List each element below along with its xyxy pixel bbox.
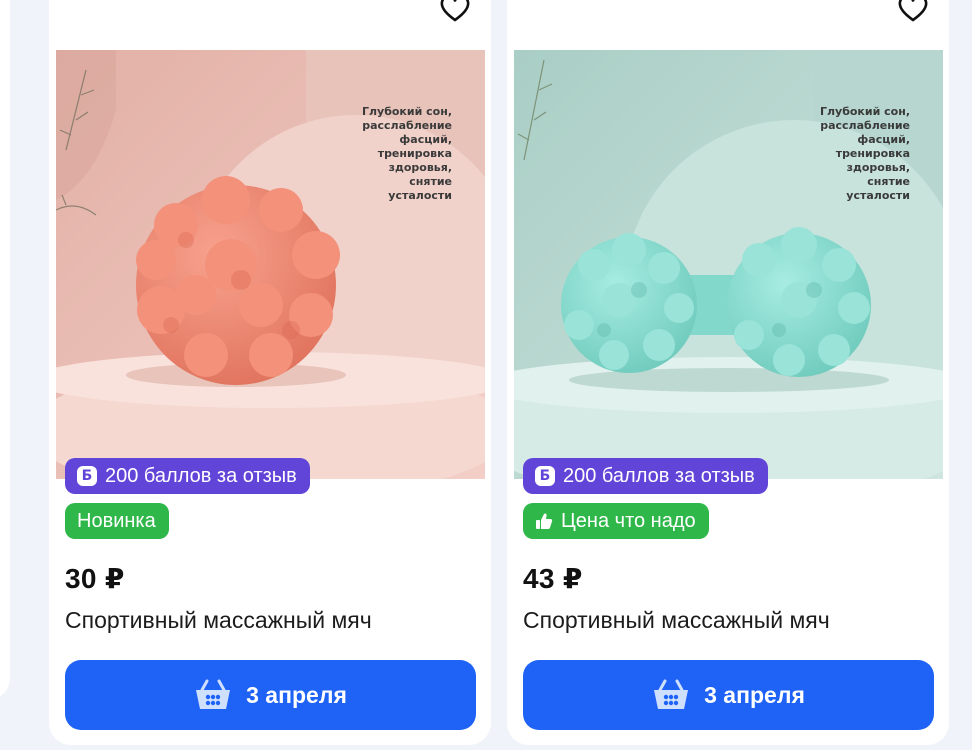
heart-icon [898, 0, 928, 22]
add-to-cart-button[interactable]: 3 апреля [523, 660, 934, 730]
favorite-button[interactable] [433, 0, 477, 30]
image-caption: Глубокий сон, расслабление фасций, трени… [362, 105, 452, 203]
delivery-date: 3 апреля [246, 681, 347, 708]
points-badge[interactable]: Б 200 баллов за отзыв [523, 458, 768, 494]
thumbs-up-icon [535, 512, 553, 530]
caption-line: расслабление [362, 119, 452, 132]
product-image[interactable]: Глубокий сон, расслабление фасций, трени… [56, 50, 485, 479]
points-badge[interactable]: Б 200 баллов за отзыв [65, 458, 310, 494]
image-caption: Глубокий сон, расслабление фасций, трени… [820, 105, 910, 203]
caption-line: тренировка [377, 147, 452, 160]
points-icon: Б [77, 466, 97, 486]
caption-line: снятие [867, 175, 910, 188]
good-price-badge: Цена что надо [523, 503, 709, 539]
previous-card-edge [0, 0, 10, 700]
new-badge-label: Новинка [77, 509, 156, 532]
new-badge: Новинка [65, 503, 169, 539]
caption-line: фасций, [857, 133, 910, 146]
caption-line: Глубокий сон, [819, 105, 910, 118]
basket-icon [194, 678, 232, 712]
product-card[interactable]: Глубокий сон, расслабление фасций, трени… [49, 0, 491, 745]
caption-line: снятие [409, 175, 452, 188]
price: 30 ₽ [65, 563, 125, 594]
product-title[interactable]: Спортивный массажный мяч [65, 607, 372, 634]
badges: Б 200 баллов за отзыв Новинка [65, 458, 310, 539]
good-price-badge-label: Цена что надо [561, 509, 696, 532]
caption-line: тренировка [835, 147, 910, 160]
caption-line: усталости [846, 189, 910, 202]
caption-line: здоровья, [846, 161, 910, 174]
heart-icon [440, 0, 470, 22]
add-to-cart-button[interactable]: 3 апреля [65, 660, 476, 730]
points-badge-label: 200 баллов за отзыв [105, 464, 297, 487]
badges: Б 200 баллов за отзыв Цена что надо [523, 458, 768, 539]
delivery-date: 3 апреля [704, 681, 805, 708]
favorite-button[interactable] [891, 0, 935, 30]
caption-line: фасций, [399, 133, 452, 146]
caption-line: здоровья, [388, 161, 452, 174]
caption-line: усталости [388, 189, 452, 202]
product-title[interactable]: Спортивный массажный мяч [523, 607, 830, 634]
caption-line: Глубокий сон, [361, 105, 452, 118]
caption-line: расслабление [820, 119, 910, 132]
basket-icon [652, 678, 690, 712]
price: 43 ₽ [523, 563, 583, 594]
product-card[interactable]: Глубокий сон, расслабление фасций, трени… [507, 0, 949, 745]
product-image[interactable]: Глубокий сон, расслабление фасций, трени… [514, 50, 943, 479]
points-icon: Б [535, 466, 555, 486]
points-badge-label: 200 баллов за отзыв [563, 464, 755, 487]
